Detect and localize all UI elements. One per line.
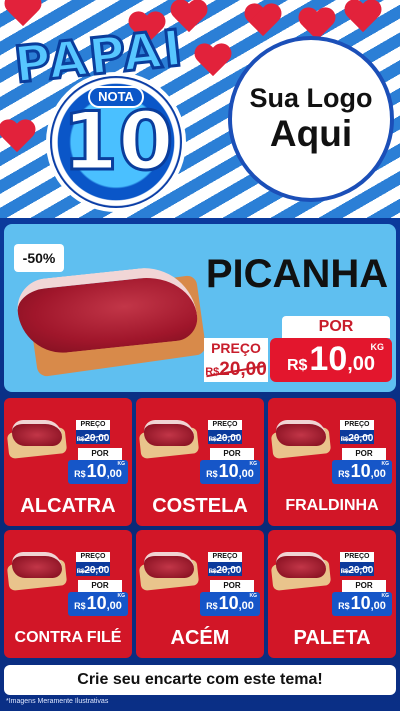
badge-title: PAPAI (10, 17, 188, 95)
new-currency: R$ (74, 601, 86, 611)
new-price-label: POR (210, 580, 254, 592)
logo-line-1: Sua Logo (249, 82, 373, 113)
unit: KG (381, 461, 390, 467)
product-name: PALETA (293, 627, 371, 649)
unit: KG (249, 461, 258, 467)
hero-new-cents: ,00 (347, 353, 376, 375)
hero-new-price-label: POR (282, 316, 390, 338)
old-price-label: PREÇO (340, 420, 374, 430)
old-price-label: PREÇO (208, 552, 242, 562)
new-cents: ,00 (370, 468, 386, 480)
disclaimer-text: *Imagens Meramente Ilustrativas (6, 698, 109, 705)
new-cents: ,00 (106, 468, 122, 480)
old-price-label: PREÇO (340, 552, 374, 562)
product-name: ACÉM (170, 627, 230, 649)
old-price: R$20,00 (76, 562, 110, 576)
new-cents: ,00 (238, 600, 254, 612)
hero-new-currency: R$ (286, 357, 308, 374)
product-image (12, 552, 62, 578)
product-card: PREÇO R$20,00 POR R$10,00KG ALCATRA (4, 398, 132, 526)
new-cents: ,00 (238, 468, 254, 480)
unit: KG (117, 593, 126, 599)
cta-banner[interactable]: Crie seu encarte com este tema! (4, 665, 396, 695)
unit: KG (249, 593, 258, 599)
new-cents: ,00 (370, 600, 386, 612)
hero-unit: KG (370, 342, 385, 352)
product-name: FRALDINHA (285, 497, 379, 514)
unit: KG (381, 593, 390, 599)
hero-product-name: PICANHA (205, 252, 389, 296)
discount-tag: -50% (14, 244, 64, 272)
new-price: R$ 10,00 KG (68, 460, 128, 484)
hero-offer-card: -50% PICANHA PREÇO R$20,00 POR R$ 10 ,00… (4, 224, 396, 392)
new-value: 10 (86, 593, 107, 613)
hero-new-value: 10 (309, 340, 348, 378)
new-price: R$ 10,00 KG (68, 592, 128, 616)
logo-line-2: Aqui (269, 112, 353, 154)
old-price-label: PREÇO (208, 420, 242, 430)
new-price-label: POR (342, 448, 386, 460)
new-value: 10 (86, 461, 107, 481)
product-name: CONTRA FILÉ (14, 629, 122, 646)
main-content: -50% PICANHA PREÇO R$20,00 POR R$ 10 ,00… (0, 218, 400, 711)
new-value: 10 (218, 461, 239, 481)
logo-placeholder: Sua Logo Aqui (228, 36, 394, 202)
new-cents: ,00 (106, 600, 122, 612)
new-price-label: POR (210, 448, 254, 460)
new-currency: R$ (338, 469, 350, 479)
product-image (276, 552, 326, 578)
papai-nota-10-badge: PAPAI NOTA 10 (8, 17, 204, 212)
product-image (276, 420, 326, 446)
old-price-label: PREÇO (76, 420, 110, 430)
new-currency: R$ (206, 469, 218, 479)
old-price-label: PREÇO (76, 552, 110, 562)
new-value: 10 (350, 593, 371, 613)
product-name: COSTELA (152, 495, 248, 517)
product-card: PREÇO R$20,00 POR R$10,00KG PALETA (268, 530, 396, 658)
heart-icon (246, 4, 280, 38)
new-value: 10 (350, 461, 371, 481)
new-price: R$ 10,00 KG (200, 460, 260, 484)
new-currency: R$ (338, 601, 350, 611)
product-card: PREÇO R$20,00 POR R$10,00KG ACÉM (136, 530, 264, 658)
hero-old-price: R$20,00 (204, 358, 268, 382)
product-image (144, 552, 194, 578)
new-price: R$ 10,00 KG (332, 592, 392, 616)
new-price-label: POR (342, 580, 386, 592)
old-price: R$20,00 (340, 430, 374, 444)
product-image (12, 420, 62, 446)
new-value: 10 (218, 593, 239, 613)
new-currency: R$ (74, 469, 86, 479)
unit: KG (117, 461, 126, 467)
header-banner: PAPAI NOTA 10 Sua Logo Aqui (0, 0, 400, 218)
old-price: R$20,00 (340, 562, 374, 576)
product-card: PREÇO R$20,00 POR R$10,00KG CONTRA FILÉ (4, 530, 132, 658)
old-price: R$20,00 (208, 430, 242, 444)
new-currency: R$ (206, 601, 218, 611)
hero-new-price: R$ 10 ,00 KG (270, 338, 392, 382)
badge-number: 10 (61, 95, 175, 188)
old-price: R$20,00 (76, 430, 110, 444)
new-price-label: POR (78, 580, 122, 592)
hero-old-price-label: PREÇO (204, 338, 268, 358)
product-card: PREÇO R$20,00 POR R$10,00KG COSTELA (136, 398, 264, 526)
product-name: ALCATRA (20, 495, 116, 517)
new-price: R$ 10,00 KG (332, 460, 392, 484)
new-price: R$ 10,00 KG (200, 592, 260, 616)
new-price-label: POR (78, 448, 122, 460)
product-image (144, 420, 194, 446)
product-card: PREÇO R$20,00 POR R$10,00KG FRALDINHA (268, 398, 396, 526)
heart-icon (346, 0, 380, 34)
old-price: R$20,00 (208, 562, 242, 576)
